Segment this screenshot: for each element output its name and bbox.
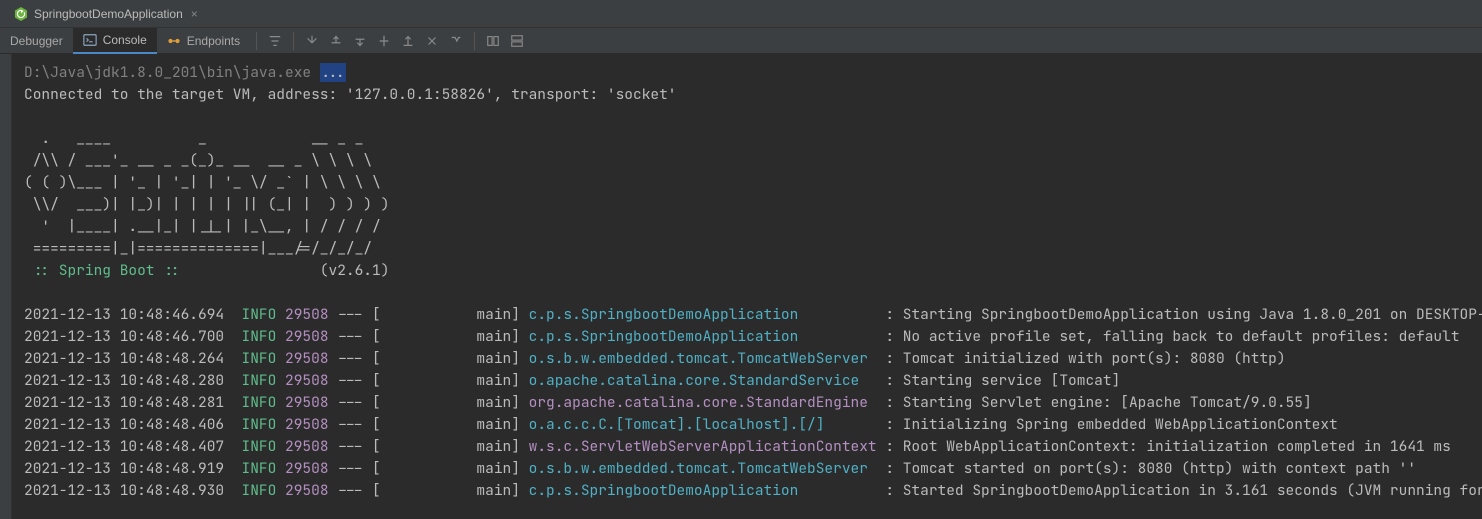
layout-icon-1[interactable]: [483, 31, 503, 51]
step-icon-4[interactable]: [374, 31, 394, 51]
endpoints-icon: [167, 34, 181, 48]
tab-debugger[interactable]: Debugger: [0, 28, 73, 54]
close-tab-icon[interactable]: ×: [191, 7, 198, 21]
tab-endpoints[interactable]: Endpoints: [157, 28, 250, 54]
run-config-tab-bar: SpringbootDemoApplication ×: [0, 0, 1482, 28]
tool-tab-bar: Debugger Console Endpoints: [0, 28, 1482, 54]
spring-boot-icon: [14, 7, 28, 21]
step-icon-7[interactable]: [446, 31, 466, 51]
console-output[interactable]: D:\Java\jdk1.8.0_201\bin\java.exe ... Co…: [12, 54, 1482, 519]
console-icon: [83, 33, 97, 47]
separator: [256, 32, 257, 50]
run-config-tab[interactable]: SpringbootDemoApplication ×: [6, 0, 206, 28]
step-icon-6[interactable]: [422, 31, 442, 51]
step-icon-1[interactable]: [302, 31, 322, 51]
tab-console[interactable]: Console: [73, 28, 157, 54]
step-icon-2[interactable]: [326, 31, 346, 51]
layout-icon-2[interactable]: [507, 31, 527, 51]
step-icon-5[interactable]: [398, 31, 418, 51]
left-gutter: [0, 54, 12, 519]
run-config-title: SpringbootDemoApplication: [34, 7, 183, 21]
filter-icon[interactable]: [265, 31, 285, 51]
step-icon-3[interactable]: [350, 31, 370, 51]
separator: [293, 32, 294, 50]
separator: [474, 32, 475, 50]
tab-endpoints-label: Endpoints: [187, 34, 240, 48]
tab-debugger-label: Debugger: [10, 34, 63, 48]
tab-console-label: Console: [103, 33, 147, 47]
